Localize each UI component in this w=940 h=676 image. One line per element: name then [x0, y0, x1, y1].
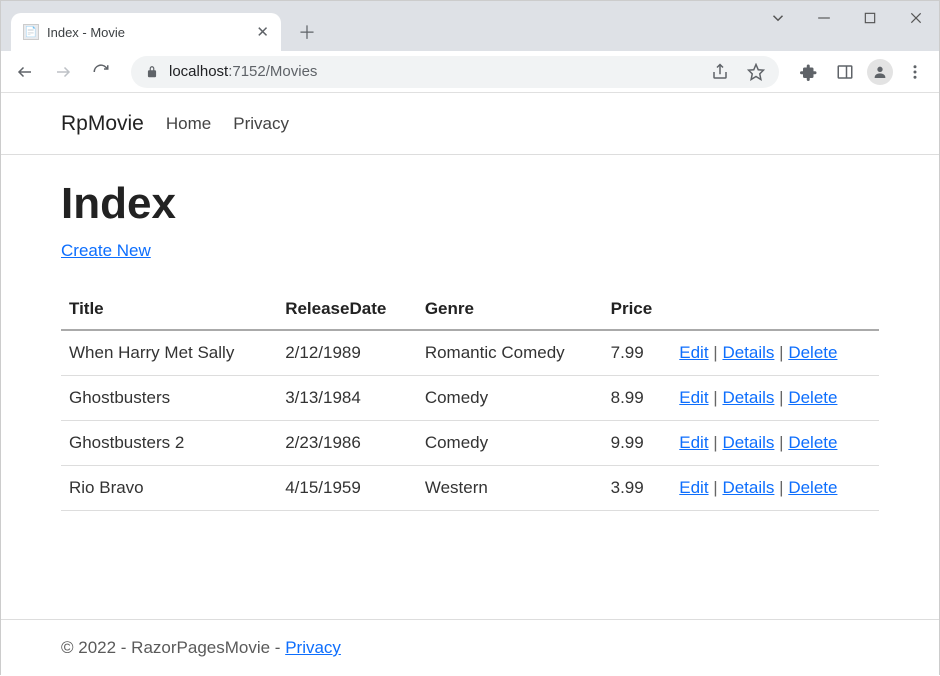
th-title: Title: [61, 289, 277, 330]
actions-cell: Edit | Details | Delete: [671, 466, 879, 511]
actions-cell: Edit | Details | Delete: [671, 376, 879, 421]
delete-link[interactable]: Delete: [788, 433, 837, 452]
nav-home[interactable]: Home: [166, 114, 211, 134]
details-link[interactable]: Details: [722, 388, 774, 407]
maximize-button[interactable]: [847, 1, 893, 35]
table-cell: Rio Bravo: [61, 466, 277, 511]
page-content: Index Create New Title ReleaseDate Genre…: [1, 155, 939, 619]
extensions-icon[interactable]: [793, 56, 825, 88]
page-title: Index: [61, 179, 879, 229]
menu-icon[interactable]: [899, 56, 931, 88]
table-cell: 3.99: [603, 466, 672, 511]
app-navbar: RpMovie Home Privacy: [1, 93, 939, 155]
share-icon[interactable]: [711, 63, 729, 81]
actions-cell: Edit | Details | Delete: [671, 330, 879, 376]
back-button[interactable]: [9, 56, 41, 88]
footer-text: © 2022 - RazorPagesMovie -: [61, 638, 285, 657]
table-cell: 2/12/1989: [277, 330, 417, 376]
new-tab-button[interactable]: ＋: [293, 18, 321, 46]
lock-icon: [145, 65, 159, 79]
browser-titlebar: 📄 Index - Movie ✕ ＋: [1, 1, 939, 51]
minimize-button[interactable]: [801, 1, 847, 35]
delete-link[interactable]: Delete: [788, 478, 837, 497]
delete-link[interactable]: Delete: [788, 388, 837, 407]
table-cell: 4/15/1959: [277, 466, 417, 511]
create-new-link[interactable]: Create New: [61, 241, 151, 260]
window-controls: [755, 1, 939, 35]
tab-title: Index - Movie: [47, 25, 125, 40]
details-link[interactable]: Details: [722, 478, 774, 497]
browser-toolbar: localhost:7152/Movies: [1, 51, 939, 93]
edit-link[interactable]: Edit: [679, 388, 708, 407]
star-icon[interactable]: [747, 63, 765, 81]
browser-tab[interactable]: 📄 Index - Movie ✕: [11, 13, 281, 51]
table-cell: Ghostbusters 2: [61, 421, 277, 466]
edit-link[interactable]: Edit: [679, 433, 708, 452]
th-price: Price: [603, 289, 672, 330]
sidepanel-icon[interactable]: [829, 56, 861, 88]
edit-link[interactable]: Edit: [679, 343, 708, 362]
page-footer: © 2022 - RazorPagesMovie - Privacy: [1, 619, 939, 676]
table-row: Rio Bravo4/15/1959Western3.99Edit | Deta…: [61, 466, 879, 511]
footer-privacy-link[interactable]: Privacy: [285, 638, 341, 657]
table-cell: 9.99: [603, 421, 672, 466]
toolbar-right: [793, 56, 931, 88]
reload-button[interactable]: [85, 56, 117, 88]
edit-link[interactable]: Edit: [679, 478, 708, 497]
close-window-button[interactable]: [893, 1, 939, 35]
address-bar[interactable]: localhost:7152/Movies: [131, 56, 779, 88]
details-link[interactable]: Details: [722, 343, 774, 362]
table-cell: 3/13/1984: [277, 376, 417, 421]
url-text: localhost:7152/Movies: [169, 63, 701, 80]
movies-table: Title ReleaseDate Genre Price When Harry…: [61, 289, 879, 511]
table-cell: Comedy: [417, 376, 603, 421]
chevron-down-icon[interactable]: [755, 1, 801, 35]
table-cell: Romantic Comedy: [417, 330, 603, 376]
table-cell: Comedy: [417, 421, 603, 466]
table-cell: When Harry Met Sally: [61, 330, 277, 376]
delete-link[interactable]: Delete: [788, 343, 837, 362]
details-link[interactable]: Details: [722, 433, 774, 452]
table-cell: Ghostbusters: [61, 376, 277, 421]
table-header-row: Title ReleaseDate Genre Price: [61, 289, 879, 330]
table-row: When Harry Met Sally2/12/1989Romantic Co…: [61, 330, 879, 376]
favicon-icon: 📄: [23, 24, 39, 40]
profile-avatar[interactable]: [867, 59, 893, 85]
nav-privacy[interactable]: Privacy: [233, 114, 289, 134]
forward-button[interactable]: [47, 56, 79, 88]
actions-cell: Edit | Details | Delete: [671, 421, 879, 466]
th-genre: Genre: [417, 289, 603, 330]
th-actions: [671, 289, 879, 330]
table-row: Ghostbusters 22/23/1986Comedy9.99Edit | …: [61, 421, 879, 466]
table-cell: 8.99: [603, 376, 672, 421]
table-cell: 2/23/1986: [277, 421, 417, 466]
table-row: Ghostbusters3/13/1984Comedy8.99Edit | De…: [61, 376, 879, 421]
table-cell: Western: [417, 466, 603, 511]
tab-close-icon[interactable]: ✕: [256, 23, 269, 41]
brand[interactable]: RpMovie: [61, 112, 144, 136]
page-viewport: RpMovie Home Privacy Index Create New Ti…: [1, 93, 939, 676]
table-cell: 7.99: [603, 330, 672, 376]
th-release-date: ReleaseDate: [277, 289, 417, 330]
